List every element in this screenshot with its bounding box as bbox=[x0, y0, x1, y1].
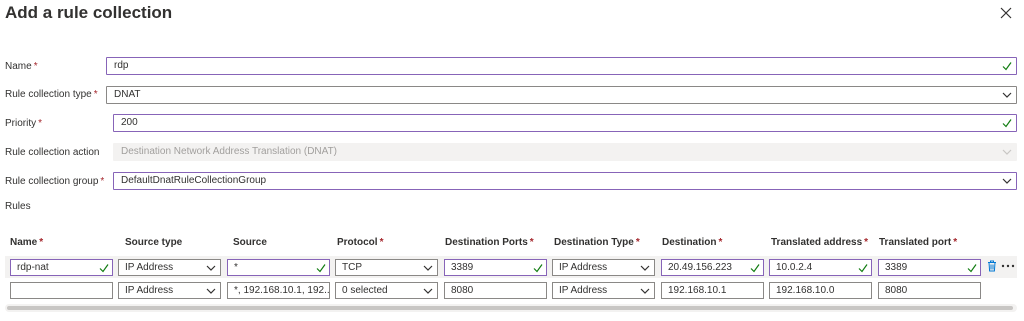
type-label: Rule collection type * bbox=[5, 89, 98, 100]
close-icon bbox=[1000, 7, 1012, 19]
source-input[interactable]: *, 192.168.10.1, 192.... bbox=[227, 282, 330, 299]
translated-port-input[interactable]: 8080 bbox=[878, 282, 981, 299]
required-marker: * bbox=[38, 118, 43, 129]
required-marker: * bbox=[93, 89, 98, 100]
chevron-down-icon bbox=[423, 288, 433, 294]
name-label: Name * bbox=[5, 61, 38, 72]
translated-address-input[interactable]: 10.0.2.4 bbox=[769, 259, 872, 276]
required-marker: * bbox=[33, 61, 38, 72]
checkmark-icon bbox=[750, 264, 760, 273]
chevron-down-icon bbox=[640, 265, 650, 271]
chevron-down-icon bbox=[1002, 92, 1012, 98]
rules-label: Rules bbox=[5, 201, 31, 212]
checkmark-icon bbox=[1002, 119, 1012, 128]
col-header-name: Name * bbox=[10, 237, 44, 248]
rule-collection-action-select: Destination Network Address Translation … bbox=[113, 143, 1017, 161]
row-actions bbox=[987, 260, 1015, 272]
chevron-down-icon bbox=[1002, 178, 1012, 184]
col-header-destination-type: Destination Type * bbox=[554, 237, 640, 248]
destination-type-select[interactable]: IP Address bbox=[552, 259, 655, 276]
rule-collection-type-select[interactable]: DNAT bbox=[106, 86, 1017, 104]
rule-name-input[interactable] bbox=[10, 282, 113, 299]
translated-port-input[interactable]: 3389 bbox=[878, 259, 981, 276]
protocol-select[interactable]: TCP bbox=[335, 259, 438, 276]
source-type-select[interactable]: IP Address bbox=[118, 259, 221, 276]
trash-icon bbox=[988, 260, 996, 272]
chevron-down-icon bbox=[1002, 149, 1012, 155]
horizontal-scrollbar[interactable] bbox=[5, 304, 1017, 312]
dialog-title: Add a rule collection bbox=[5, 3, 173, 22]
chevron-down-icon bbox=[206, 265, 216, 271]
checkmark-icon bbox=[533, 264, 543, 273]
destination-type-select[interactable]: IP Address bbox=[552, 282, 655, 299]
priority-input[interactable]: 200 bbox=[113, 114, 1017, 132]
col-header-source: Source bbox=[233, 237, 267, 248]
scrollbar-thumb[interactable] bbox=[7, 306, 1013, 310]
action-label: Rule collection action bbox=[5, 147, 100, 158]
destination-input[interactable]: 192.168.10.1 bbox=[661, 282, 764, 299]
checkmark-icon bbox=[967, 264, 977, 273]
col-header-destination-ports: Destination Ports * bbox=[445, 237, 534, 248]
source-input[interactable]: * bbox=[227, 259, 330, 276]
delete-row-button[interactable] bbox=[987, 260, 997, 272]
more-icon bbox=[1001, 264, 1015, 268]
translated-address-input[interactable]: 192.168.10.0 bbox=[769, 282, 872, 299]
col-header-source-type: Source type bbox=[125, 237, 183, 248]
chevron-down-icon bbox=[423, 265, 433, 271]
priority-label: Priority * bbox=[5, 118, 43, 129]
checkmark-icon bbox=[1002, 62, 1012, 71]
destination-ports-input[interactable]: 3389 bbox=[444, 259, 547, 276]
checkmark-icon bbox=[316, 264, 326, 273]
chevron-down-icon bbox=[640, 288, 650, 294]
destination-ports-input[interactable]: 8080 bbox=[444, 282, 547, 299]
rule-name-input[interactable]: rdp-nat bbox=[10, 259, 113, 276]
more-options-button[interactable] bbox=[1001, 264, 1015, 268]
col-header-destination: Destination * bbox=[662, 237, 723, 248]
col-header-translated-port: Translated port * bbox=[879, 237, 958, 248]
checkmark-icon bbox=[99, 264, 109, 273]
destination-input[interactable]: 20.49.156.223 bbox=[661, 259, 764, 276]
name-input[interactable]: rdp bbox=[106, 57, 1017, 75]
col-header-protocol: Protocol * bbox=[337, 237, 384, 248]
required-marker: * bbox=[100, 176, 105, 187]
group-label: Rule collection group * bbox=[5, 176, 105, 187]
protocol-select[interactable]: 0 selected bbox=[335, 282, 438, 299]
close-button[interactable] bbox=[997, 4, 1015, 22]
chevron-down-icon bbox=[206, 288, 216, 294]
col-header-translated-address: Translated address * bbox=[771, 237, 869, 248]
checkmark-icon bbox=[858, 264, 868, 273]
source-type-select[interactable]: IP Address bbox=[118, 282, 221, 299]
rule-collection-group-select[interactable]: DefaultDnatRuleCollectionGroup bbox=[113, 172, 1017, 190]
